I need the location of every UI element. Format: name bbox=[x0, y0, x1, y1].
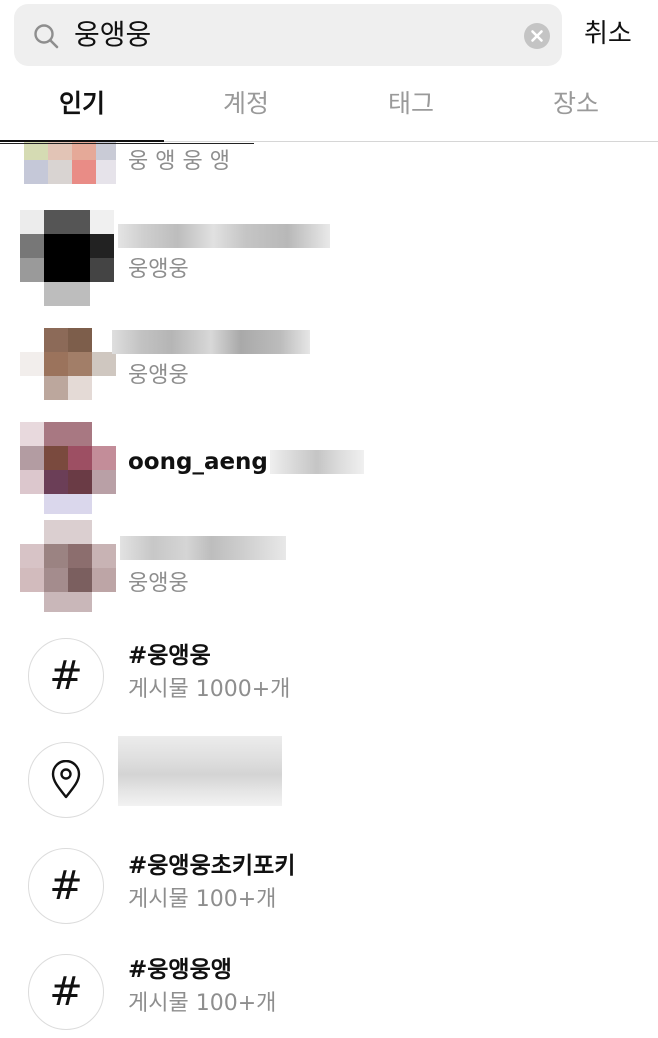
account-subtitle: 웅앵웅 bbox=[128, 363, 189, 388]
list-item[interactable]: # #웅앵웅초키포키 게시물 100+개 bbox=[0, 834, 658, 938]
list-item[interactable]: 웅 앵 웅 앵 bbox=[0, 142, 658, 202]
clear-icon bbox=[531, 30, 543, 42]
hashtag-icon: # bbox=[49, 863, 83, 909]
list-item[interactable]: # #웅앵웅 게시물 1000+개 bbox=[0, 624, 658, 728]
search-results-list: 웅 앵 웅 앵 웅앵웅 웅앵웅 oong_aeng 웅앵웅 # #웅앵웅 게시물… bbox=[0, 142, 658, 1038]
account-username: oong_aeng bbox=[128, 449, 268, 475]
avatar bbox=[20, 328, 116, 412]
list-item[interactable]: # #웅앵웅앵 게시물 100+개 bbox=[0, 940, 658, 1038]
account-subtitle: 웅 앵 웅 앵 bbox=[128, 149, 230, 174]
list-item[interactable]: 웅앵웅 bbox=[0, 312, 658, 416]
hashtag-title: #웅앵웅초키포키 bbox=[128, 853, 296, 879]
hashtag-icon-circle: # bbox=[28, 848, 104, 924]
blurred-username-suffix bbox=[270, 450, 364, 474]
hashtag-title: #웅앵웅앵 bbox=[128, 957, 232, 983]
scroll-edge-line bbox=[0, 143, 254, 144]
hashtag-title: #웅앵웅 bbox=[128, 643, 211, 669]
list-item[interactable] bbox=[0, 728, 658, 832]
location-icon-circle bbox=[28, 742, 104, 818]
hashtag-icon-circle: # bbox=[28, 638, 104, 714]
blurred-username bbox=[120, 536, 286, 560]
tab-tags[interactable]: 태그 bbox=[329, 84, 493, 124]
list-item[interactable]: 웅앵웅 bbox=[0, 520, 658, 624]
avatar bbox=[20, 210, 114, 306]
blurred-username bbox=[118, 224, 330, 248]
hashtag-icon: # bbox=[49, 653, 83, 699]
search-tabs: 인기 계정 태그 장소 bbox=[0, 82, 658, 142]
search-bar[interactable]: 웅앵웅 bbox=[14, 4, 562, 66]
search-input[interactable]: 웅앵웅 bbox=[74, 16, 151, 54]
hashtag-post-count: 게시물 100+개 bbox=[128, 991, 277, 1016]
hashtag-icon-circle: # bbox=[28, 954, 104, 1030]
account-subtitle: 웅앵웅 bbox=[128, 257, 189, 282]
list-item[interactable]: oong_aeng bbox=[0, 416, 658, 520]
hashtag-icon: # bbox=[49, 969, 83, 1015]
tab-places[interactable]: 장소 bbox=[494, 84, 658, 124]
avatar bbox=[20, 422, 116, 514]
avatar bbox=[20, 520, 116, 612]
hashtag-post-count: 게시물 1000+개 bbox=[128, 677, 291, 702]
clear-search-button[interactable] bbox=[524, 23, 550, 49]
tab-accounts[interactable]: 계정 bbox=[164, 84, 328, 124]
search-icon bbox=[34, 24, 59, 49]
account-subtitle: 웅앵웅 bbox=[128, 571, 189, 596]
list-item[interactable]: 웅앵웅 bbox=[0, 208, 658, 312]
hashtag-post-count: 게시물 100+개 bbox=[128, 887, 277, 912]
blurred-place-name bbox=[118, 736, 282, 806]
blurred-username bbox=[112, 330, 310, 354]
cancel-button[interactable]: 취소 bbox=[584, 16, 632, 52]
tab-top[interactable]: 인기 bbox=[0, 84, 164, 124]
location-pin-icon bbox=[51, 760, 81, 799]
